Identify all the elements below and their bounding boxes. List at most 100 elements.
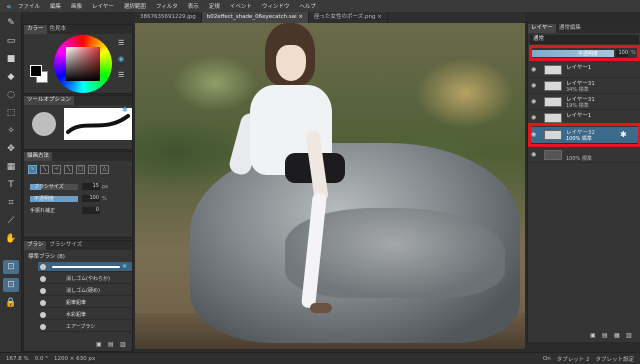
color-mode-icon[interactable]: ◉	[118, 55, 128, 65]
list-item[interactable]: ✱	[38, 262, 132, 272]
opacity-value[interactable]: 100	[82, 195, 100, 202]
rotation-angle[interactable]: 0.0 °	[35, 356, 48, 362]
delete-layer-icon[interactable]: ▥	[626, 332, 632, 339]
brush-gear-icon[interactable]: ✱	[122, 263, 127, 270]
layer-row[interactable]: ◉ レイヤー31 34% 標準	[528, 78, 640, 94]
gradient-icon[interactable]: ▦	[3, 160, 19, 174]
visibility-eye-icon[interactable]: ◉	[531, 114, 539, 122]
menu-event[interactable]: イベント	[230, 2, 252, 10]
tab-brush-size[interactable]: ブラシサイズ	[46, 241, 85, 250]
lock-icon[interactable]: 🔒	[3, 296, 19, 310]
brush-settings-panel: 描画方法 ∿ ╲ « ╲ □ ○ △ ブラシサイズ 15 px 不透明度 100…	[23, 151, 133, 238]
layer-thumbnail	[544, 65, 562, 75]
brush-mode-icon[interactable]: ⊡	[3, 260, 19, 274]
tablet-status[interactable]: タブレット 2	[557, 355, 590, 363]
visibility-eye-icon[interactable]: ◉	[531, 66, 539, 74]
list-item[interactable]: 水彩鉛筆	[38, 310, 132, 320]
color-settings-icon[interactable]: ☰	[118, 71, 128, 81]
layer-row[interactable]: ◉ レイヤー31 19% 標準	[528, 94, 640, 110]
polyline-icon[interactable]: «	[52, 165, 61, 174]
new-layer-icon[interactable]: ▣	[590, 332, 596, 339]
new-brush-icon[interactable]: ▣	[96, 341, 102, 348]
brush-group-label[interactable]: 標準ブラシ (8)	[28, 252, 65, 260]
tablet-settings-button[interactable]: タブレット設定	[595, 355, 634, 363]
select-icon[interactable]: ⬚	[3, 106, 19, 120]
doc-tab-2[interactable]: b02effect_shade_06eyecatch.sai ×	[201, 12, 310, 23]
lasso-icon[interactable]: ◌	[3, 88, 19, 102]
menu-layer[interactable]: レイヤー	[92, 2, 114, 10]
brush-size-slider[interactable]: ブラシサイズ	[30, 183, 78, 190]
ellipse-icon[interactable]: ○	[88, 165, 97, 174]
curve-icon[interactable]: ╲	[64, 165, 73, 174]
line-icon[interactable]: ╲	[40, 165, 49, 174]
stabilizer-value[interactable]: 0	[82, 207, 100, 214]
canvas-size: 1200 × 630 px	[53, 355, 96, 362]
trash-icon[interactable]: ▥	[120, 341, 126, 348]
highlight-opacity-box	[529, 45, 640, 61]
list-item[interactable]: 消しゴム(やわらか)	[38, 274, 132, 284]
list-item[interactable]: エアーブラシ	[38, 322, 132, 332]
list-item[interactable]: 消しゴム(硬め)	[38, 286, 132, 296]
eyedropper-icon[interactable]: ⟋	[3, 214, 19, 228]
menu-edit[interactable]: 編集	[50, 2, 61, 10]
brush-dot-icon	[40, 288, 46, 294]
visibility-eye-icon[interactable]: ◉	[531, 151, 539, 159]
brush-name: 鉛筆鉛筆	[66, 300, 87, 306]
menu-ruler[interactable]: 定規	[209, 2, 220, 10]
blend-mode-select[interactable]: 通常	[530, 35, 639, 44]
tab-layer[interactable]: レイヤー	[528, 24, 556, 33]
layer-row[interactable]: ◉ 100% 標準	[528, 147, 640, 163]
stabilizer-label: 手振れ補正	[30, 208, 56, 214]
layer-row[interactable]: ◉ レイヤー1	[528, 62, 640, 78]
tab-swatches[interactable]: 色見本	[47, 25, 70, 34]
palette-menu-icon[interactable]: ☰	[118, 39, 128, 49]
foreground-color-swatch[interactable]	[30, 65, 42, 77]
magic-wand-icon[interactable]: ✧	[3, 124, 19, 138]
doc-tab-3[interactable]: 座った女性のポーズ.png ×	[309, 12, 388, 23]
tab-brush[interactable]: ブラシ	[24, 241, 47, 250]
eraser-icon[interactable]: ▭	[3, 34, 19, 48]
rectangle-icon[interactable]: □	[76, 165, 85, 174]
layer-panel-tabs: レイヤー 通常編集	[528, 24, 640, 33]
tool-option-gear-icon[interactable]: ✱	[122, 106, 128, 114]
text-icon[interactable]: T	[3, 178, 19, 192]
freehand-icon[interactable]: ∿	[28, 165, 37, 174]
layer-name: レイヤー1	[566, 113, 592, 119]
tab-color[interactable]: カラー	[24, 25, 47, 34]
menu-help[interactable]: ヘルプ	[299, 2, 316, 10]
canvas-area[interactable]	[135, 23, 525, 349]
menu-image[interactable]: 画像	[71, 2, 82, 10]
crop-icon[interactable]: ⌗	[3, 196, 19, 210]
menu-window[interactable]: ウィンドウ	[262, 2, 290, 10]
tool-option-header: ツールオプション	[24, 96, 132, 105]
zoom-level[interactable]: 167.8 %	[6, 356, 29, 362]
color-square[interactable]	[66, 47, 100, 81]
hand-icon[interactable]: ✋	[3, 232, 19, 246]
move-icon[interactable]: ✥	[3, 142, 19, 156]
merge-icon[interactable]: ▦	[614, 332, 620, 339]
visibility-eye-icon[interactable]: ◉	[531, 82, 539, 90]
pressure-on-status[interactable]: On	[543, 356, 551, 362]
menu-file[interactable]: ファイル	[18, 2, 40, 10]
menu-selection[interactable]: 選択範囲	[124, 2, 146, 10]
brush-list-panel: ブラシ ブラシサイズ 標準ブラシ (8) ✱ 消しゴム(やわらか) 消しゴム(硬…	[23, 240, 133, 352]
tab-normal-edit[interactable]: 通常編集	[556, 24, 584, 33]
opacity-slider[interactable]: 不透明度	[30, 195, 78, 202]
color-panel-tabs: カラー 色見本	[24, 25, 132, 34]
folder-icon[interactable]: ▤	[108, 341, 114, 348]
app-logo-icon[interactable]: «	[0, 0, 18, 12]
doc-tab-1[interactable]: 3867635691229.jpg	[135, 12, 202, 23]
brush-size-row: ブラシサイズ 15 px	[30, 182, 130, 191]
shape-selector: ∿ ╲ « ╲ □ ○ △	[28, 165, 109, 174]
shape-icon[interactable]: ■	[3, 52, 19, 66]
fill-icon[interactable]: ◆	[3, 70, 19, 84]
menu-view[interactable]: 表示	[188, 2, 199, 10]
list-item[interactable]: 鉛筆鉛筆	[38, 298, 132, 308]
menu-filter[interactable]: フィルタ	[156, 2, 178, 10]
visibility-eye-icon[interactable]: ◉	[531, 98, 539, 106]
new-folder-icon[interactable]: ▤	[602, 332, 608, 339]
layer-mode-icon[interactable]: ⊡	[3, 278, 19, 292]
brush-size-value[interactable]: 15	[82, 183, 100, 190]
pen-icon[interactable]: ✎	[3, 16, 19, 30]
polygon-icon[interactable]: △	[100, 165, 109, 174]
